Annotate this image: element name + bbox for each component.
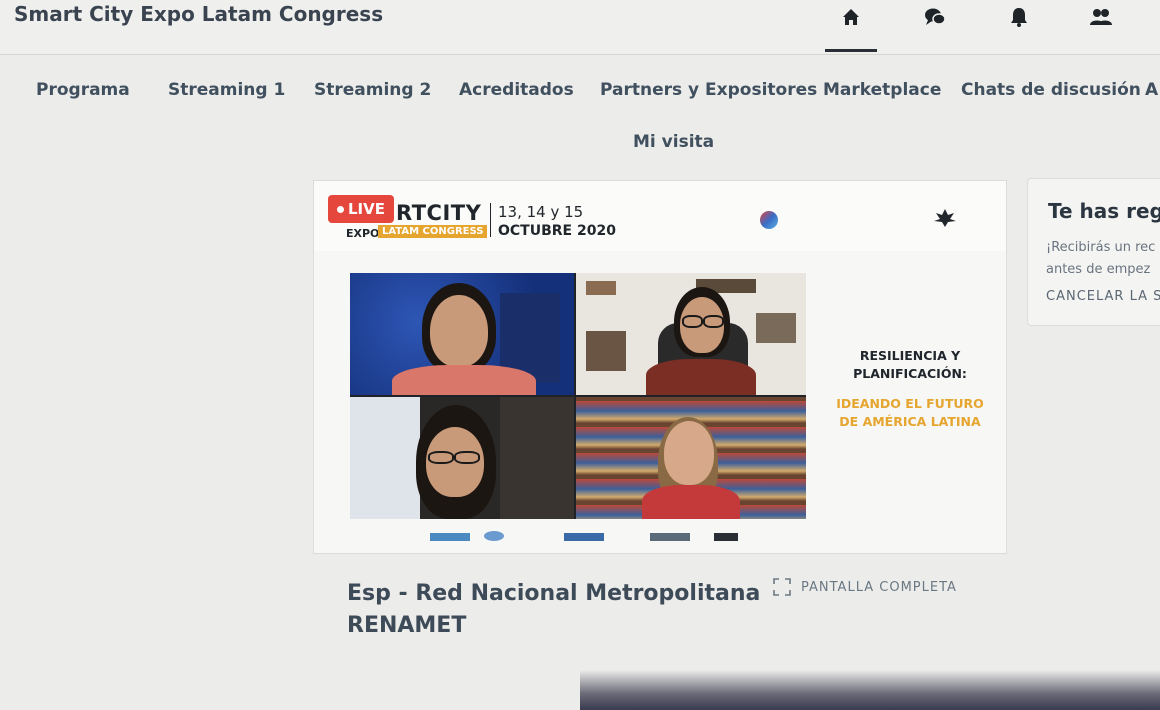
brand-dates: 13, 14 y 15	[498, 203, 584, 221]
fullscreen-label: PANTALLA COMPLETA	[801, 579, 957, 595]
people-icon[interactable]	[1088, 4, 1114, 30]
sponsor-logo	[564, 533, 604, 541]
fira-logo	[934, 209, 956, 227]
bell-icon[interactable]	[1006, 4, 1032, 30]
nav-chats[interactable]: Chats de discusión	[961, 80, 1141, 100]
video-player[interactable]: LIVE RTCITY EXPO LATAM CONGRESS 13, 14 y…	[313, 180, 1007, 554]
fullscreen-button[interactable]: PANTALLA COMPLETA	[773, 578, 957, 596]
sponsor-logo	[430, 533, 470, 541]
topic-subtitle-2: DE AMÉRICA LATINA	[839, 414, 981, 429]
registration-title: Te has reg	[1048, 199, 1160, 223]
collaborator-logo	[760, 211, 778, 229]
app-title: Smart City Expo Latam Congress	[14, 2, 384, 26]
topic-subtitle-1: IDEANDO EL FUTURO	[836, 396, 984, 411]
nav-mi-visita[interactable]: Mi visita	[633, 132, 714, 152]
participant-tile-3	[350, 397, 574, 519]
active-tab-indicator	[825, 49, 877, 52]
session-topic: RESILIENCIA Y PLANIFICACIÓN: IDEANDO EL …	[812, 347, 1008, 431]
brand-month: OCTUBRE 2020	[498, 223, 616, 239]
video-frame[interactable]	[350, 273, 806, 519]
registration-card: Te has reg ¡Recibirás un rec antes de em…	[1027, 178, 1160, 326]
brand-latam: LATAM CONGRESS	[378, 225, 488, 238]
session-title: Esp - Red Nacional Metropolitana RENAMET	[347, 578, 767, 642]
brand-name: RTCITY	[396, 201, 482, 225]
nav-streaming-2[interactable]: Streaming 2	[314, 80, 431, 100]
session-title-line-1: Esp - Red Nacional Metropolitana	[347, 581, 761, 606]
participant-tile-1	[350, 273, 574, 395]
nav-partners[interactable]: Partners y Expositores	[600, 80, 817, 100]
live-label: LIVE	[348, 200, 385, 218]
nav-streaming-1[interactable]: Streaming 1	[168, 80, 285, 100]
brand-divider	[490, 203, 491, 237]
cancel-registration-button[interactable]: CANCELAR LA S	[1046, 289, 1160, 304]
event-banner: LIVE RTCITY EXPO LATAM CONGRESS 13, 14 y…	[314, 181, 1006, 251]
registration-message-line-2: antes de empez	[1046, 262, 1151, 277]
brand-expo: EXPO	[346, 227, 380, 240]
nav-acreditados[interactable]: Acreditados	[459, 80, 574, 100]
participant-tile-2	[576, 273, 806, 395]
top-bar: Smart City Expo Latam Congress	[0, 0, 1160, 55]
topic-title-1: RESILIENCIA Y	[859, 348, 961, 363]
registration-message-line-1: ¡Recibirás un rec	[1046, 240, 1156, 255]
main-nav: Programa Streaming 1 Streaming 2 Acredit…	[0, 80, 1160, 152]
fullscreen-icon	[773, 578, 791, 596]
screen-bezel	[580, 670, 1160, 710]
sponsor-logos	[424, 529, 844, 543]
participant-tile-4	[576, 397, 806, 519]
sponsor-logo	[650, 533, 690, 541]
sponsor-logo	[714, 533, 738, 541]
nav-marketplace[interactable]: Marketplace	[823, 80, 941, 100]
sponsor-logo	[484, 531, 504, 541]
session-title-line-2: RENAMET	[347, 613, 467, 638]
live-dot-icon	[337, 205, 344, 213]
topic-title-2: PLANIFICACIÓN:	[853, 366, 967, 381]
live-badge: LIVE	[328, 195, 394, 223]
home-icon[interactable]	[838, 4, 864, 30]
chat-icon[interactable]	[922, 4, 948, 30]
nav-overflow[interactable]: A	[1145, 80, 1158, 100]
nav-programa[interactable]: Programa	[36, 80, 130, 100]
registration-message: ¡Recibirás un rec antes de empez	[1046, 237, 1155, 281]
